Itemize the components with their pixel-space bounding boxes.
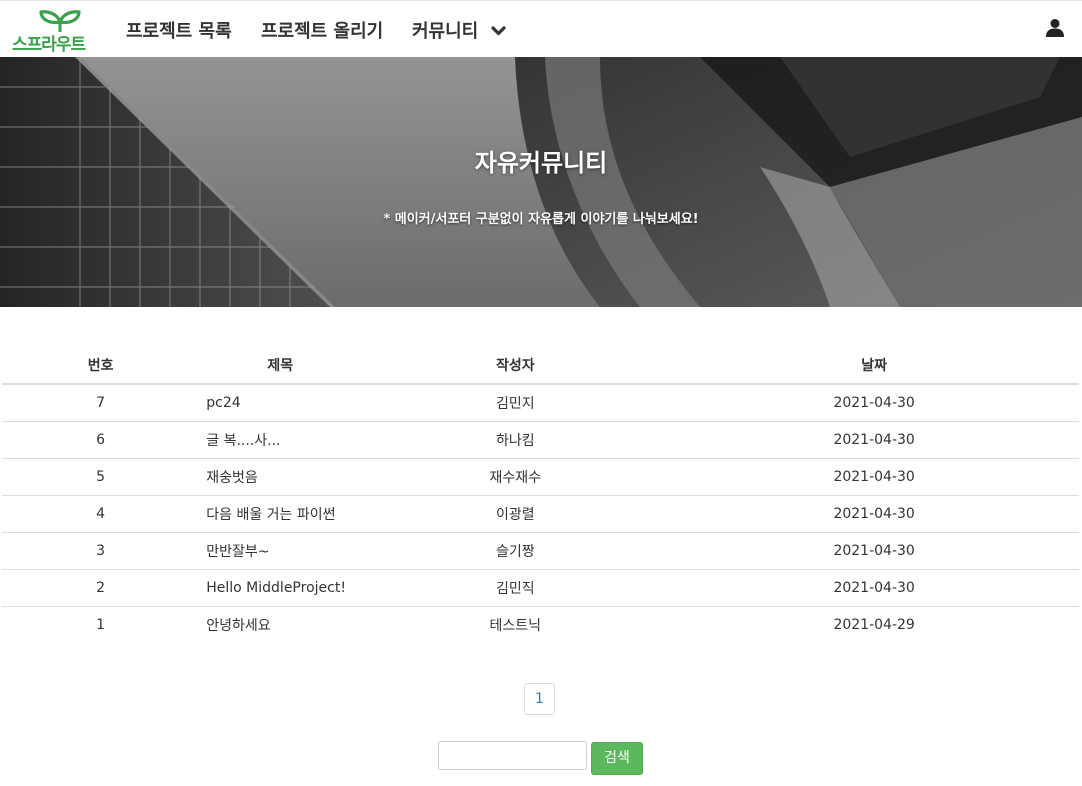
post-date: 2021-04-29 <box>833 617 915 633</box>
post-number: 5 <box>2 458 200 496</box>
page-subtitle: * 메이커/서포터 구분없이 자유롭게 이야기를 나눠보세요! <box>383 212 699 227</box>
post-writer: 김민직 <box>361 569 670 607</box>
post-writer: 김민지 <box>361 384 670 422</box>
post-title-link[interactable]: 안녕하세요 <box>199 607 361 644</box>
table-row[interactable]: 5 재숭벗음 재수재수 2021-04-30 <box>2 458 1079 496</box>
post-writer: 하나킴 <box>361 421 670 459</box>
column-header-title: 제목 <box>199 346 362 385</box>
post-date: 2021-04-30 <box>669 495 1079 533</box>
post-title-link[interactable]: Hello MiddleProject! <box>199 569 362 607</box>
post-date: 2021-04-30 <box>669 458 1079 496</box>
post-date: 2021-04-30 <box>669 384 1079 422</box>
logo-text: 스프라우트 <box>12 35 86 55</box>
table-row[interactable]: 1 안녕하세요 테스트닉 2021-04-29 <box>2 607 1079 644</box>
building-background-image <box>0 57 1082 307</box>
post-number: 2 <box>2 569 200 607</box>
table-row[interactable]: 3 만반잘부~ 슬기짱 2021-04-30 <box>2 532 1079 570</box>
post-writer: 슬기짱 <box>361 532 670 570</box>
top-navbar: 스프라우트 프로젝트 목록 프로젝트 올리기 커뮤니티 <box>0 0 1082 57</box>
nav-project-list[interactable]: 프로젝트 목록 <box>126 17 232 43</box>
sprout-logo[interactable]: 스프라우트 <box>12 9 98 55</box>
search-button[interactable]: 검색 <box>591 742 643 775</box>
column-header-writer: 작성자 <box>361 346 670 385</box>
table-row[interactable]: 4 다음 배울 거는 파이썬 이광렬 2021-04-30 <box>2 495 1079 533</box>
user-icon[interactable] <box>1045 18 1065 38</box>
nav-community-dropdown[interactable]: 커뮤니티 <box>412 17 506 43</box>
table-header-row: 번호 제목 작성자 날짜 <box>2 346 1079 385</box>
chevron-down-icon <box>490 25 506 35</box>
post-title-link[interactable]: 재숭벗음 <box>199 458 362 496</box>
community-post-table: 번호 제목 작성자 날짜 7 pc24 김민지 2021-04-30 6 글 복… <box>2 346 1079 643</box>
page-title: 자유커뮤니티 <box>474 149 608 177</box>
post-number: 1 <box>96 617 106 633</box>
post-title-link[interactable]: 글 복....사... <box>199 421 362 459</box>
hero-banner: 자유커뮤니티 * 메이커/서포터 구분없이 자유롭게 이야기를 나눠보세요! <box>0 57 1082 307</box>
post-writer: 재수재수 <box>361 458 670 496</box>
search-input[interactable] <box>438 741 587 770</box>
post-writer: 테스트닉 <box>489 618 542 634</box>
table-row[interactable]: 2 Hello MiddleProject! 김민직 2021-04-30 <box>2 569 1079 607</box>
post-title-link[interactable]: pc24 <box>199 384 362 422</box>
nav-community-label: 커뮤니티 <box>412 21 479 42</box>
post-number: 4 <box>2 495 200 533</box>
post-date: 2021-04-30 <box>669 421 1079 459</box>
pagination-page-1[interactable]: 1 <box>524 683 555 715</box>
column-header-date: 날짜 <box>669 346 1079 385</box>
column-header-number: 번호 <box>2 346 200 385</box>
post-writer: 이광렬 <box>361 495 670 533</box>
post-title-link[interactable]: 만반잘부~ <box>199 532 362 570</box>
post-number: 7 <box>2 384 200 422</box>
post-number: 6 <box>2 421 200 459</box>
table-row[interactable]: 7 pc24 김민지 2021-04-30 <box>2 384 1079 422</box>
nav-project-upload[interactable]: 프로젝트 올리기 <box>261 17 383 43</box>
table-row[interactable]: 6 글 복....사... 하나킴 2021-04-30 <box>2 421 1079 459</box>
post-number: 3 <box>2 532 200 570</box>
post-date: 2021-04-30 <box>669 569 1079 607</box>
post-title-link[interactable]: 다음 배울 거는 파이썬 <box>199 495 362 533</box>
post-date: 2021-04-30 <box>669 532 1079 570</box>
